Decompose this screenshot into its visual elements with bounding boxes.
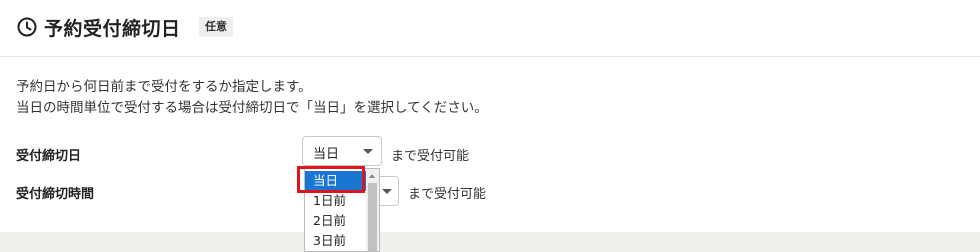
chevron-down-icon [382, 189, 392, 194]
scroll-up-icon[interactable] [369, 174, 375, 178]
description-line-2: 当日の時間単位で受付する場合は受付締切日で「当日」を選択してください。 [16, 100, 488, 116]
deadline-time-select[interactable] [378, 176, 399, 206]
deadline-day-label: 受付締切日 [16, 149, 82, 164]
dropdown-option[interactable]: 1日前 [305, 191, 367, 211]
description-line-1: 予約日から何日前まで受付をするか指定します。 [16, 79, 312, 95]
dropdown-option[interactable]: 2日前 [305, 211, 367, 231]
optional-badge: 任意 [199, 17, 233, 37]
section-title: 予約受付締切日 [44, 18, 181, 40]
deadline-day-value: 当日 [313, 147, 340, 162]
dropdown-scrollbar[interactable] [366, 169, 379, 251]
deadline-day-suffix: まで受付可能 [391, 149, 470, 164]
dropdown-option[interactable]: 3日前 [305, 231, 367, 251]
deadline-time-suffix: まで受付可能 [408, 187, 487, 202]
deadline-day-dropdown[interactable]: 当日 1日前 2日前 3日前 [304, 168, 380, 252]
dropdown-option[interactable]: 当日 [305, 171, 367, 191]
scroll-thumb[interactable] [368, 183, 377, 251]
chevron-down-icon [363, 149, 373, 154]
clock-icon [17, 17, 37, 37]
deadline-time-label: 受付締切時間 [16, 187, 95, 202]
section-header: 予約受付締切日 任意 [0, 0, 980, 57]
settings-card: 予約受付締切日 任意 予約日から何日前まで受付をするか指定します。 当日の時間単… [0, 0, 980, 232]
deadline-day-select[interactable]: 当日 [302, 136, 382, 166]
